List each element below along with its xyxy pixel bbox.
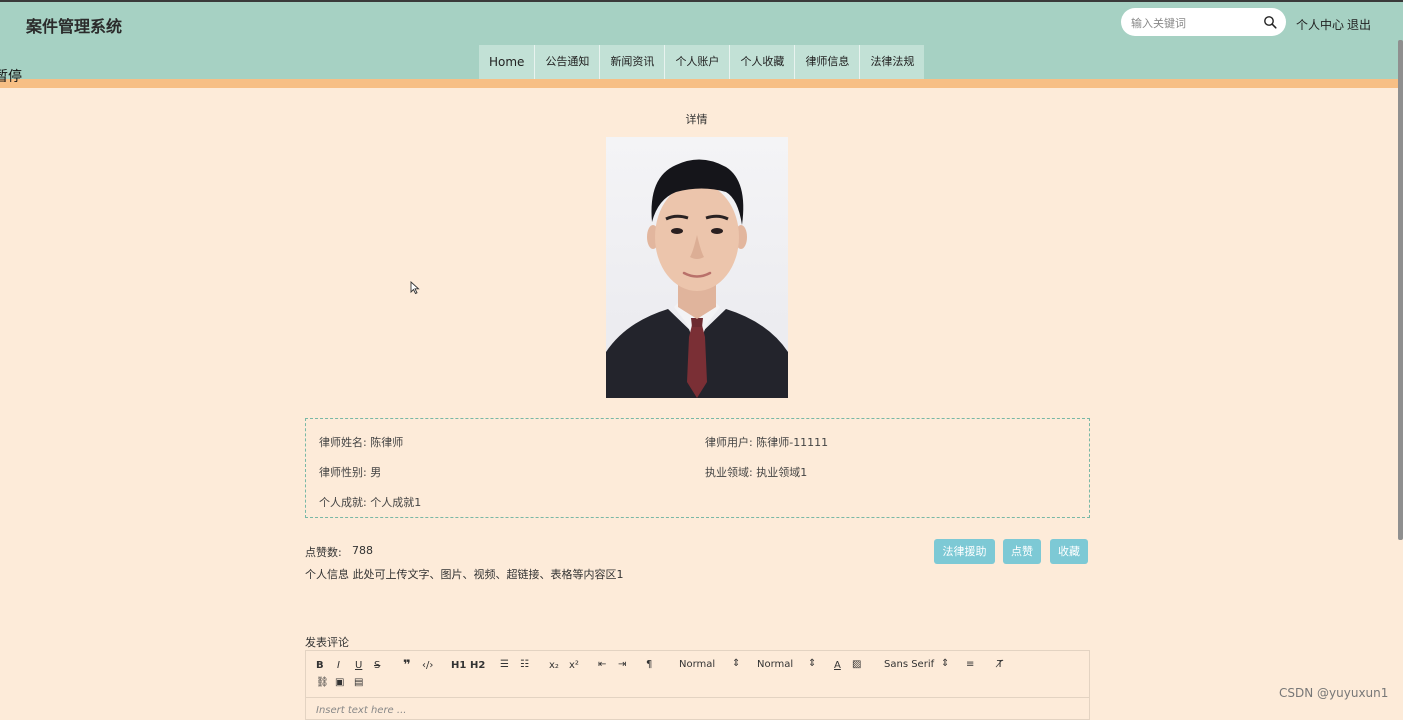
search-box[interactable]: [1121, 8, 1286, 36]
portrait-icon: [606, 137, 788, 398]
info-field-label: 执业领域:: [705, 466, 753, 479]
likes-label: 点赞数:: [305, 546, 342, 559]
text-direction-icon[interactable]: ¶: [646, 659, 652, 670]
info-gender-value: 男: [370, 466, 382, 479]
watermark: CSDN @yuyuxun1: [1279, 686, 1389, 700]
bold-button[interactable]: B: [316, 660, 324, 671]
personal-center-link[interactable]: 个人中心: [1296, 16, 1344, 33]
nav-news[interactable]: 新闻资讯: [599, 45, 665, 79]
info-field-value: 执业领域1: [756, 466, 808, 479]
video-icon[interactable]: ▤: [354, 677, 363, 688]
nav-home[interactable]: Home: [479, 45, 535, 79]
blockquote-icon[interactable]: ❞: [403, 658, 411, 673]
editor-toolbar: B I U S ❞ ‹/› H1 H2 ☰ ☷ x₂ x² ⇤ ⇥ ¶ Norm…: [306, 651, 1089, 698]
chevron-updown-icon: ⇕: [808, 658, 817, 669]
indent-icon[interactable]: ⇥: [618, 659, 626, 670]
h1-button[interactable]: H1: [451, 660, 466, 671]
info-gender: 律师性别: 男: [319, 464, 381, 480]
outdent-icon[interactable]: ⇤: [598, 659, 606, 670]
subscript-button[interactable]: x₂: [549, 660, 559, 671]
site-title: 案件管理系统: [26, 17, 123, 36]
personal-info-text: 个人信息 此处可上传文字、图片、视频、超链接、表格等内容区1: [305, 568, 624, 581]
info-name-value: 陈律师: [370, 436, 404, 449]
comment-label: 发表评论: [305, 636, 349, 649]
ordered-list-icon[interactable]: ☰: [500, 659, 509, 670]
nav-lawyers[interactable]: 律师信息: [794, 45, 860, 79]
top-header: 案件管理系统 个人中心 退出 Home 公告通知 新闻资讯 个人账户 个人收藏 …: [0, 0, 1403, 79]
info-achievement-value: 个人成就1: [370, 496, 422, 509]
info-user: 律师用户: 陈律师-11111: [705, 434, 828, 450]
strike-button[interactable]: S: [374, 660, 380, 671]
like-button[interactable]: 点赞: [1003, 539, 1041, 564]
info-name-label: 律师姓名:: [319, 436, 367, 449]
lawyer-photo: [606, 137, 788, 398]
link-icon[interactable]: ⛓: [316, 677, 329, 688]
info-user-value: 陈律师-11111: [756, 436, 829, 449]
background-color-icon[interactable]: ▨: [852, 659, 861, 670]
chevron-updown-icon: ⇕: [732, 658, 741, 669]
font-select[interactable]: Sans Serif: [884, 659, 934, 670]
nav-notices[interactable]: 公告通知: [534, 45, 600, 79]
search-icon[interactable]: [1263, 15, 1277, 29]
superscript-button[interactable]: x²: [569, 660, 579, 671]
chevron-updown-icon: ⇕: [941, 658, 950, 669]
legal-aid-button[interactable]: 法律援助: [934, 539, 995, 564]
lawyer-info-box: 律师姓名: 陈律师 律师用户: 陈律师-11111 律师性别: 男 执业领域: …: [305, 418, 1090, 518]
mouse-cursor-icon: [410, 281, 420, 295]
info-name: 律师姓名: 陈律师: [319, 434, 403, 450]
size-select[interactable]: Normal: [679, 659, 715, 670]
editor-placeholder[interactable]: Insert text here ...: [316, 705, 406, 716]
logout-link[interactable]: 退出: [1347, 16, 1371, 33]
info-achievement-label: 个人成就:: [319, 496, 367, 509]
page-scrollbar[interactable]: [1398, 40, 1403, 540]
image-icon[interactable]: ▣: [335, 677, 344, 688]
header-accent-strip: [0, 79, 1403, 88]
italic-button[interactable]: I: [337, 660, 340, 671]
underline-button[interactable]: U: [355, 660, 362, 671]
code-icon[interactable]: ‹/›: [422, 660, 433, 671]
detail-title: 详情: [685, 113, 708, 126]
likes-count: 788: [352, 544, 373, 557]
h2-button[interactable]: H2: [470, 660, 485, 671]
nav-favorites[interactable]: 个人收藏: [729, 45, 795, 79]
search-input[interactable]: [1129, 13, 1263, 33]
clear-format-icon[interactable]: T̸: [997, 659, 1003, 670]
info-gender-label: 律师性别:: [319, 466, 367, 479]
info-field: 执业领域: 执业领域1: [705, 464, 807, 480]
font-color-icon[interactable]: A: [834, 660, 841, 671]
nav-account[interactable]: 个人账户: [664, 45, 730, 79]
align-icon[interactable]: ≡: [966, 659, 974, 670]
header-select[interactable]: Normal: [757, 659, 793, 670]
main-nav: Home 公告通知 新闻资讯 个人账户 个人收藏 律师信息 法律法规: [479, 45, 925, 79]
nav-laws[interactable]: 法律法规: [859, 45, 925, 79]
favorite-button[interactable]: 收藏: [1050, 539, 1088, 564]
bullet-list-icon[interactable]: ☷: [520, 659, 529, 670]
info-user-label: 律师用户:: [705, 436, 753, 449]
info-achievement: 个人成就: 个人成就1: [319, 494, 421, 510]
overflow-text: 暂停: [0, 69, 22, 85]
